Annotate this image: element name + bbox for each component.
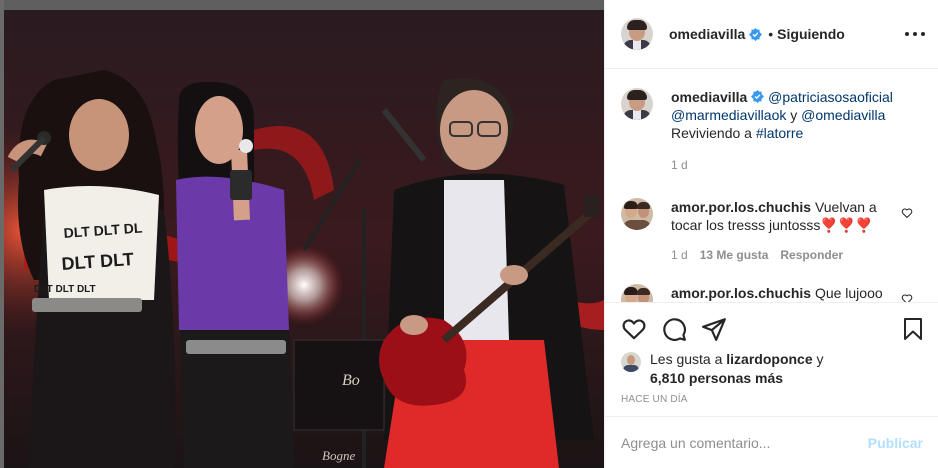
comment-icon[interactable]: [661, 316, 687, 342]
comment-username[interactable]: amor.por.los.chuchis: [671, 285, 811, 301]
post-caption: omediavilla @patriciasosaoficial @marmed…: [621, 88, 921, 174]
post-timestamp[interactable]: Hace un día: [621, 394, 688, 405]
photo-top-edge: [0, 0, 604, 10]
caption-username[interactable]: omediavilla: [671, 89, 747, 105]
likes-prefix: Les gusta a: [650, 351, 723, 367]
likes-text: Les gusta a lizardoponce y 6,810 persona…: [650, 350, 824, 388]
likes-summary[interactable]: Les gusta a lizardoponce y 6,810 persona…: [621, 350, 824, 388]
liker-username[interactable]: lizardoponce: [726, 351, 812, 367]
comment-time[interactable]: 1 d: [671, 246, 688, 264]
reply-button[interactable]: Responder: [780, 246, 843, 264]
caption-avatar[interactable]: [621, 88, 653, 120]
post-details-panel: omediavilla • Siguiendo omediavilla @pat…: [604, 0, 938, 468]
verified-badge-icon: [751, 90, 765, 103]
comment-item: amor.por.los.chuchis Que lujooo: [621, 284, 921, 302]
author-username[interactable]: omediavilla: [669, 26, 745, 42]
caption-text: omediavilla @patriciasosaoficial @marmed…: [671, 88, 909, 174]
comment-text: amor.por.los.chuchis Que lujooo: [671, 284, 909, 302]
comment-input[interactable]: [621, 434, 868, 451]
small-heart-icon[interactable]: [901, 293, 913, 302]
likes-connector: y: [816, 351, 824, 367]
author-avatar[interactable]: [621, 18, 653, 50]
commenter-avatar[interactable]: [621, 198, 653, 230]
comment-likes[interactable]: 13 Me gusta: [700, 246, 769, 264]
post-header: omediavilla • Siguiendo: [605, 0, 938, 69]
concert-photo-illustration: Bo Bogne DLT DLT DL DLT DLT DLT DLT DLT: [4, 10, 604, 468]
caption-time[interactable]: 1 d: [671, 156, 688, 174]
mention-link[interactable]: @patriciasosaoficial: [768, 89, 893, 105]
shirt-text-3: DLT DLT DLT: [34, 284, 96, 295]
comment-item: amor.por.los.chuchis Vuelvan a tocar los…: [621, 198, 921, 264]
verified-badge-icon: [749, 27, 763, 41]
header-separator: •: [768, 26, 774, 42]
mention-link[interactable]: @omediavilla: [801, 107, 885, 123]
small-heart-icon[interactable]: [901, 207, 913, 219]
comment-body: Que lujooo: [814, 285, 883, 301]
amp-brand-label-2: Bogne: [322, 448, 355, 463]
commenter-avatar[interactable]: [621, 284, 653, 302]
comment-username[interactable]: amor.por.los.chuchis: [671, 199, 811, 215]
publish-button[interactable]: Publicar: [868, 435, 923, 451]
comments-list[interactable]: omediavilla @patriciasosaoficial @marmed…: [605, 70, 938, 302]
follow-status-button[interactable]: Siguiendo: [777, 26, 845, 42]
share-icon[interactable]: [701, 316, 727, 342]
post-actions: Les gusta a lizardoponce y 6,810 persona…: [605, 302, 938, 416]
mention-link[interactable]: @marmediavillaok: [671, 107, 786, 123]
add-comment-bar: Publicar: [605, 416, 938, 468]
bookmark-icon[interactable]: [901, 316, 925, 342]
hashtag-link[interactable]: #latorre: [756, 125, 803, 141]
likes-count[interactable]: 6,810 personas más: [650, 370, 783, 386]
caption-body: Reviviendo a: [671, 125, 752, 141]
post-photo[interactable]: Bo Bogne DLT DLT DL DLT DLT DLT DLT DLT: [0, 0, 604, 468]
heart-icon[interactable]: [621, 316, 647, 342]
caption-connector: y: [790, 107, 798, 123]
more-options-icon[interactable]: [905, 24, 925, 44]
liker-avatar[interactable]: [621, 352, 641, 372]
amp-brand-label: Bo: [342, 372, 360, 389]
comment-text: amor.por.los.chuchis Vuelvan a tocar los…: [671, 198, 909, 264]
